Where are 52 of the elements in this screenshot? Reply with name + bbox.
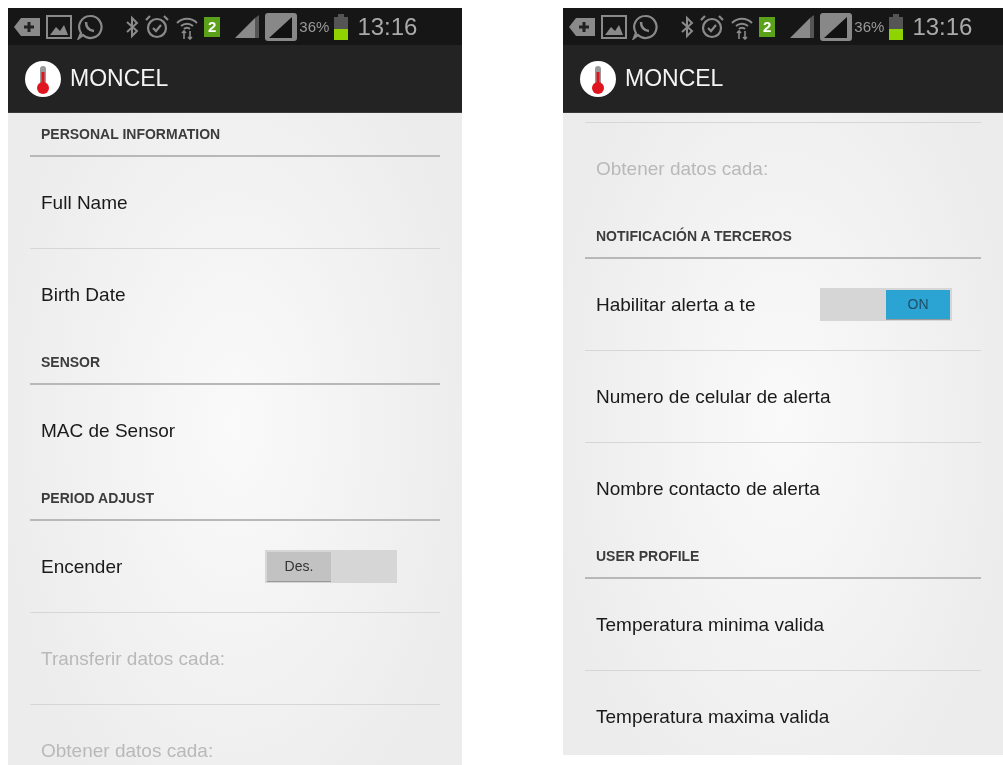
preference-title: Encender: [41, 555, 124, 578]
battery-percentage: 36%: [854, 18, 885, 35]
preference-item[interactable]: Encender Des.: [30, 521, 440, 613]
preference-title: Nombre contacto de alerta: [596, 477, 820, 500]
switch-thumb: ON: [886, 290, 950, 319]
picture-icon: [46, 14, 72, 39]
battery-percentage: 36%: [299, 18, 330, 35]
thermometer-icon: [579, 59, 617, 98]
preference-title: Numero de celular de alerta: [596, 385, 831, 408]
section-header: PERIOD ADJUST: [41, 490, 155, 506]
plus-tag-icon: [569, 15, 596, 38]
clock-time: 13:16: [357, 12, 418, 41]
preference-item[interactable]: Nombre contacto de alerta: [585, 443, 981, 535]
bluetooth-icon: [680, 14, 694, 39]
signal-icon: [788, 14, 815, 39]
preference-title: Full Name: [41, 191, 128, 214]
battery-icon: [334, 13, 349, 40]
signal-icon: [233, 14, 260, 39]
preference-item[interactable]: MAC de Sensor: [30, 385, 440, 477]
preference-item[interactable]: Birth Date: [30, 249, 440, 341]
chat-bubble-icon: [77, 13, 103, 40]
chat-bubble-icon: [632, 13, 658, 40]
section-header: NOTIFICACIÓN A TERCEROS: [596, 228, 792, 244]
section-header: SENSOR: [41, 354, 101, 370]
alarm-clock-icon: [144, 13, 170, 40]
section-header: USER PROFILE: [596, 548, 700, 564]
picture-icon: [601, 14, 627, 39]
preference-title: Habilitar alerta a te: [596, 293, 757, 316]
clock-time: 13:16: [912, 12, 973, 41]
preference-item[interactable]: Temperatura minima valida: [585, 579, 981, 671]
alarm-clock-icon: [699, 13, 725, 40]
plus-tag-icon: [14, 15, 41, 38]
preference-item[interactable]: Full Name: [30, 157, 440, 249]
preference-item[interactable]: Habilitar alerta a te ON: [585, 259, 981, 351]
preference-title: Birth Date: [41, 283, 126, 306]
section-header: PERSONAL INFORMATION: [41, 126, 221, 142]
app-title: MONCEL: [70, 65, 169, 92]
app-title: MONCEL: [625, 65, 724, 92]
preference-title: MAC de Sensor: [41, 419, 176, 442]
switch-thumb: Des.: [267, 552, 331, 581]
thermometer-icon: [24, 59, 62, 98]
toggle-switch[interactable]: Des.: [265, 550, 397, 583]
signal-icon: [264, 11, 299, 42]
preference-item[interactable]: Temperatura maxima valida: [585, 671, 981, 755]
preference-title: Temperatura maxima valida: [596, 705, 830, 728]
battery-icon: [889, 13, 904, 40]
signal-icon: [819, 11, 854, 42]
sim-card-badge: 2: [204, 16, 221, 37]
sim-card-badge: 2: [759, 16, 776, 37]
preference-item[interactable]: Numero de celular de alerta: [585, 351, 981, 443]
preference-title: Temperatura minima valida: [596, 613, 825, 636]
bluetooth-icon: [125, 14, 139, 39]
